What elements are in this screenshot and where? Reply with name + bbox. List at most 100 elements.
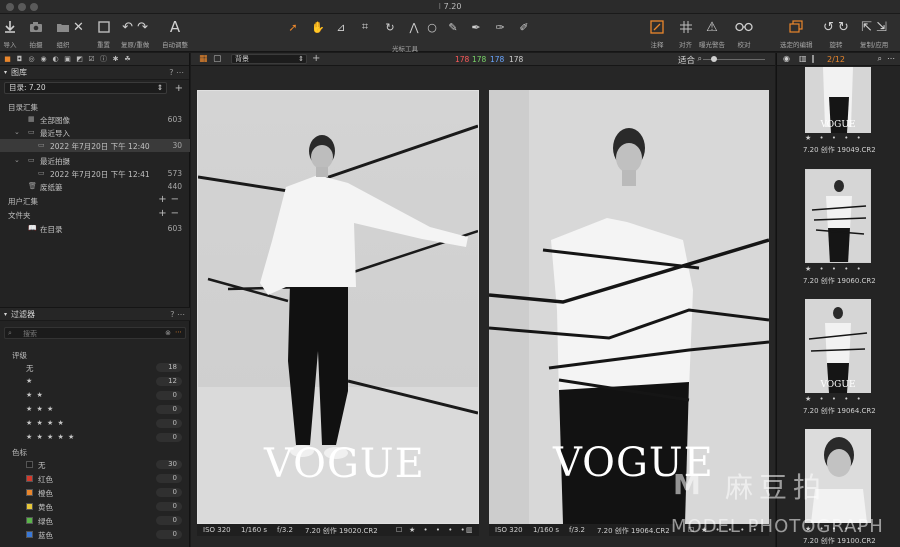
grid-view-icon[interactable]: ▦ [199, 54, 208, 64]
exposure-tab-icon[interactable]: ◐ [51, 55, 60, 64]
tree-item-trash[interactable]: 🗑 废纸篓 440 [0, 180, 190, 193]
color-swatch [26, 531, 33, 538]
thumbnail-2[interactable] [805, 169, 871, 263]
annotate-button[interactable]: 注释 [650, 17, 664, 49]
thumbnail-1[interactable]: VOGUE [805, 67, 871, 133]
catalog-collections-group[interactable]: 目录汇集 [0, 100, 190, 113]
picker-tool[interactable]: ✎ [443, 20, 463, 34]
close-tool-button[interactable]: ✕ [73, 17, 84, 37]
photo-frame-1[interactable]: VOGUE [197, 90, 479, 524]
add-catalog-button[interactable]: + [175, 83, 183, 94]
thumbnail-image: VOGUE [805, 299, 871, 393]
thumbnail-rating[interactable]: ★ • • • • [805, 395, 864, 403]
filters-header[interactable]: ▾ 过滤器 ? ⋯ [0, 307, 190, 321]
more-icon[interactable]: ⋯ [887, 54, 895, 63]
capture-tab-icon[interactable]: ◘ [15, 55, 24, 64]
copy-apply-button[interactable]: ⇱ ⇲ 复制/应用 [860, 17, 888, 50]
color-filter-yellow[interactable]: 黄色 0 [0, 500, 190, 513]
rating-filter-2[interactable]: ★ ★ 0 [0, 389, 190, 402]
rating-filter-3[interactable]: ★ ★ ★ 0 [0, 403, 190, 416]
select-cursor-tool[interactable]: ➚ [283, 20, 303, 34]
select-checkbox[interactable]: ☐ [396, 526, 402, 534]
catalog-row: 目录: 7.20 ⇕ + [0, 82, 189, 98]
filters-menu-icon[interactable]: ? ⋯ [170, 310, 185, 319]
chevron-down-icon: ⌄ [14, 156, 20, 164]
zoom-slider-handle[interactable] [711, 56, 717, 62]
rating-group[interactable]: 评级 [0, 348, 190, 361]
thumbnail-rating[interactable]: ★ • • • • [805, 134, 864, 142]
auto-adjust-button[interactable]: A 自动调整 [162, 17, 188, 49]
details-tab-icon[interactable]: ▣ [63, 55, 72, 64]
import-button[interactable]: 导入 [3, 17, 17, 49]
grid-button[interactable]: 对齐 [679, 17, 692, 49]
color-filter-none[interactable]: 无 30 [0, 458, 190, 471]
ruler-tool[interactable]: ⊿ [331, 20, 351, 34]
tree-item-import-session[interactable]: ▭ 2022 年7月20日 下午 12:40 30 [0, 139, 190, 152]
rating-filter-1[interactable]: ★ 12 [0, 375, 190, 388]
search-options-icon[interactable]: ⋯ [175, 328, 182, 336]
tree-item-recent-captures[interactable]: ⌄ ▭ 最近拍摄 [0, 154, 190, 167]
reset-button[interactable]: 重置 [97, 17, 110, 49]
filmstrip-icon[interactable]: ▥ [466, 526, 473, 534]
tree-item-in-catalog[interactable]: 📖 在目录 603 [0, 222, 190, 235]
capture-button[interactable]: 拍摄 [29, 17, 43, 49]
lens-tab-icon[interactable]: ◎ [27, 55, 36, 64]
spot-tool[interactable]: ○ [422, 20, 442, 34]
color-filter-green[interactable]: 绿色 0 [0, 514, 190, 527]
viewer-toolbar: ▦ ▢ 背景 ⇕ + 178 178 178 178 适合 ⌕ [191, 53, 775, 66]
color-filter-orange[interactable]: 橙色 0 [0, 486, 190, 499]
clear-search-icon[interactable]: ⊗ [165, 329, 171, 337]
crop-tool[interactable]: ⌗ [355, 20, 375, 34]
tree-item-capture-session[interactable]: ▭ 2022 年7月20日 下午 12:41 573 [0, 167, 190, 180]
user-collections-group[interactable]: 用户汇集 +− [0, 194, 190, 207]
split-view-icon[interactable]: ▥ [799, 54, 807, 63]
styles-tab-icon[interactable]: ☘ [123, 55, 132, 64]
zoom-fit-label[interactable]: 适合 [678, 54, 695, 66]
add-remove-collection-buttons[interactable]: +− [158, 194, 183, 205]
eraser-tool[interactable]: ✐ [514, 20, 534, 34]
preset-selector[interactable]: 背景 ⇕ [231, 54, 307, 64]
adjust-tab-icon[interactable]: ◩ [75, 55, 84, 64]
thumbnail-rating[interactable]: ★ • • • • [805, 265, 864, 273]
rotate-button[interactable]: ↺ ↻ 旋转 [823, 17, 849, 50]
tree-item-recent-imports[interactable]: ⌄ ▭ 最近导入 [0, 126, 190, 139]
exposure-warning-button[interactable]: ⚠ 曝光警告 [699, 17, 725, 50]
folders-group[interactable]: 文件夹 +− [0, 208, 190, 221]
rating-filter-4[interactable]: ★ ★ ★ ★ 0 [0, 417, 190, 430]
pan-tool[interactable]: ✋ [308, 20, 328, 34]
keystone-tool[interactable]: ⋀ [404, 20, 424, 34]
rating-filter-5[interactable]: ★ ★ ★ ★ ★ 0 [0, 431, 190, 444]
filter-search-input[interactable]: ⌕ 搜索 ⊗ ⋯ [4, 327, 186, 339]
metadata-tab-icon[interactable]: ☑ [87, 55, 96, 64]
undo-redo-button[interactable]: ↶ ↷ 复原/重做 [121, 17, 149, 50]
search-icon[interactable]: ⌕ [878, 54, 882, 64]
brush-tool[interactable]: ✒ [466, 20, 486, 34]
mask-brush-tool[interactable]: ✑ [490, 20, 510, 34]
library-header[interactable]: ▾ 图库 ? ⋯ [0, 66, 189, 80]
catalog-selector[interactable]: 目录: 7.20 ⇕ [4, 82, 167, 94]
settings-tab-icon[interactable]: ✱ [111, 55, 120, 64]
library-tab-icon[interactable]: ■ [3, 55, 12, 64]
zoom-out-icon[interactable]: ⌕ [698, 54, 702, 64]
organize-button[interactable]: 组织 [56, 17, 70, 49]
color-filter-red[interactable]: 红色 0 [0, 472, 190, 485]
info-tab-icon[interactable]: ⓘ [99, 55, 108, 64]
photo-frame-2[interactable]: VOGUE [489, 90, 769, 524]
rotate-tool[interactable]: ↻ [380, 20, 400, 34]
thumbnail-3[interactable]: VOGUE [805, 299, 871, 393]
single-view-icon[interactable]: ▢ [213, 54, 222, 64]
add-remove-folder-buttons[interactable]: +− [158, 208, 183, 219]
tree-item-all-images[interactable]: ▦ 全部图像 603 [0, 113, 190, 126]
library-menu-icon[interactable]: ? ⋯ [169, 68, 184, 77]
color-tag-group[interactable]: 色标 [0, 445, 190, 458]
add-icon[interactable]: + [312, 53, 320, 64]
proof-button[interactable]: 校对 [735, 17, 753, 49]
eye-icon[interactable]: ◉ [783, 54, 790, 63]
color-tab-icon[interactable]: ◉ [39, 55, 48, 64]
rating-filter-none[interactable]: 无 18 [0, 361, 190, 374]
tool-tab-strip: ■ ◘ ◎ ◉ ◐ ▣ ◩ ☑ ⓘ ✱ ☘ [0, 53, 189, 66]
color-filter-blue[interactable]: 蓝色 0 [0, 528, 190, 541]
pause-icon[interactable]: ∥ [811, 54, 815, 63]
rating-stars[interactable]: ★ • • • • [409, 526, 468, 534]
selected-edit-button[interactable]: 选定的编辑 [780, 17, 813, 49]
